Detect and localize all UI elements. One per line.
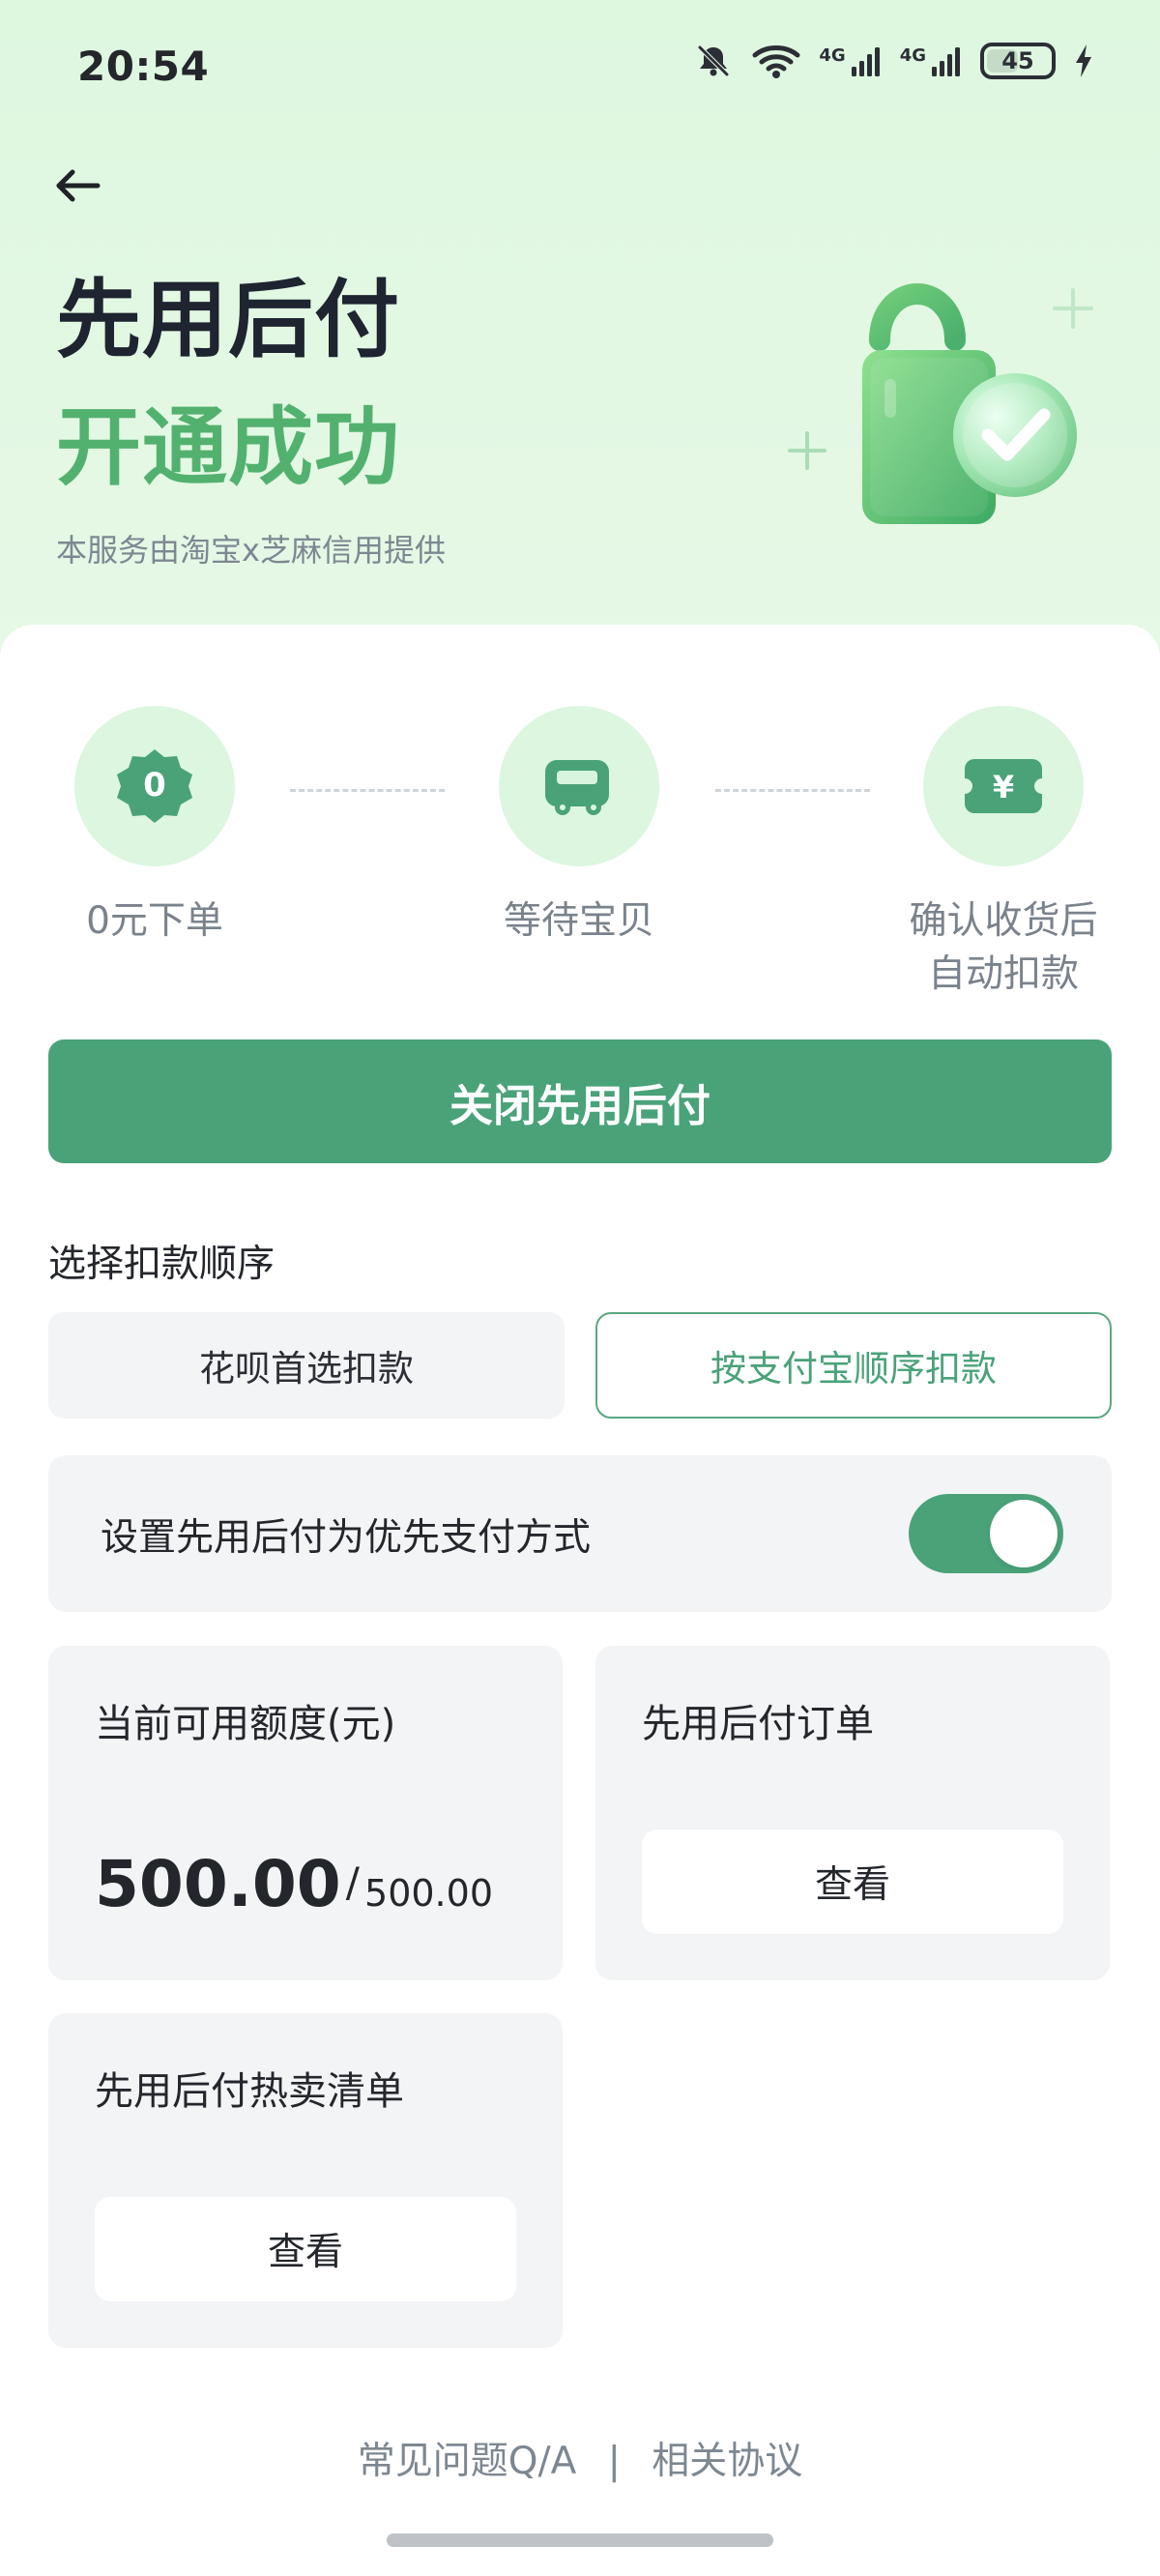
orders-card: 先用后付订单 查看: [595, 1646, 1110, 1980]
footer-divider: |: [607, 2440, 621, 2483]
status-bar: 20:54 4G 4G 45: [0, 0, 1160, 145]
step-divider: [290, 789, 445, 792]
credit-separator: /: [345, 1859, 360, 1906]
yen-ticket-icon: ¥: [965, 759, 1042, 813]
credit-value: 500.00: [95, 1847, 341, 1921]
svg-text:0: 0: [143, 766, 166, 805]
view-orders-button[interactable]: 查看: [642, 1830, 1063, 1934]
step-circle: ¥: [923, 706, 1084, 866]
signal-icon: [932, 47, 960, 76]
status-time: 20:54: [77, 43, 210, 90]
step-waiting: 等待宝贝: [499, 706, 659, 949]
signal-label-left: 4G: [819, 45, 846, 66]
agreement-link[interactable]: 相关协议: [652, 2440, 802, 2483]
truck-icon: [545, 760, 609, 815]
view-bestsellers-button[interactable]: 查看: [95, 2197, 516, 2301]
hero-note: 本服务由淘宝x芝麻信用提供: [56, 532, 446, 569]
credit-card: 当前可用额度(元) 500.00 / 500.00: [48, 1646, 563, 1980]
payment-order-title: 选择扣款顺序: [48, 1243, 276, 1286]
credit-total: 500.00: [364, 1872, 493, 1915]
signal-group-left: 4G: [819, 44, 882, 78]
hero-subtitle: 开通成功: [56, 397, 401, 497]
bestsellers-card: 先用后付热卖清单 查看: [48, 2013, 563, 2348]
step-order: 0 0元下单: [74, 706, 235, 949]
faq-link[interactable]: 常见问题Q/A: [358, 2440, 577, 2483]
bestsellers-title: 先用后付热卖清单: [95, 2069, 404, 2114]
step-payment: ¥ 确认收货后 自动扣款: [883, 706, 1124, 1001]
close-service-button[interactable]: 关闭先用后付: [48, 1039, 1112, 1163]
credit-title: 当前可用额度(元): [95, 1702, 396, 1746]
home-indicator: [387, 2533, 773, 2547]
step-circle: [499, 706, 659, 866]
footer-links: 常见问题Q/A | 相关协议: [0, 2431, 1160, 2485]
alipay-order-option[interactable]: 按支付宝顺序扣款: [595, 1312, 1112, 1419]
status-icons: 4G 4G 45: [693, 41, 1094, 81]
signal-label-right: 4G: [899, 45, 926, 66]
arrow-left-icon: [56, 169, 101, 202]
toggle-knob: [990, 1500, 1058, 1567]
signal-group-right: 4G: [900, 44, 963, 78]
sparkle-icon: [788, 431, 826, 470]
svg-text:¥: ¥: [993, 769, 1014, 805]
signal-icon: [851, 47, 880, 76]
preferred-payment-row: 设置先用后付为优先支付方式: [48, 1455, 1112, 1612]
zero-badge-icon: 0: [117, 749, 192, 823]
battery-icon: 45: [980, 43, 1056, 79]
step-divider: [715, 789, 870, 792]
bell-off-icon: [697, 44, 730, 77]
charging-icon: [1076, 44, 1091, 77]
page: 20:54 4G 4G 45 先用后付 开通成功 本服务由淘宝x芝麻信用提供 0…: [0, 0, 1160, 2576]
preferred-payment-toggle[interactable]: [909, 1494, 1063, 1573]
wifi-icon: [752, 45, 800, 78]
back-button[interactable]: [46, 155, 108, 217]
sparkle-icon: [1053, 288, 1093, 329]
step-circle: 0: [74, 706, 235, 866]
credit-amount: 500.00 / 500.00: [95, 1853, 493, 1917]
shopping-bag-check-icon: [788, 282, 1093, 524]
orders-title: 先用后付订单: [642, 1702, 874, 1746]
huabei-first-option[interactable]: 花呗首选扣款: [48, 1312, 565, 1419]
step-label: 0元下单: [86, 899, 223, 943]
preferred-payment-label: 设置先用后付为优先支付方式: [101, 1516, 592, 1560]
battery-level: 45: [1001, 47, 1034, 74]
hero-title: 先用后付: [56, 270, 401, 369]
step-label: 等待宝贝: [503, 899, 654, 943]
step-label: 确认收货后 自动扣款: [909, 899, 1098, 996]
